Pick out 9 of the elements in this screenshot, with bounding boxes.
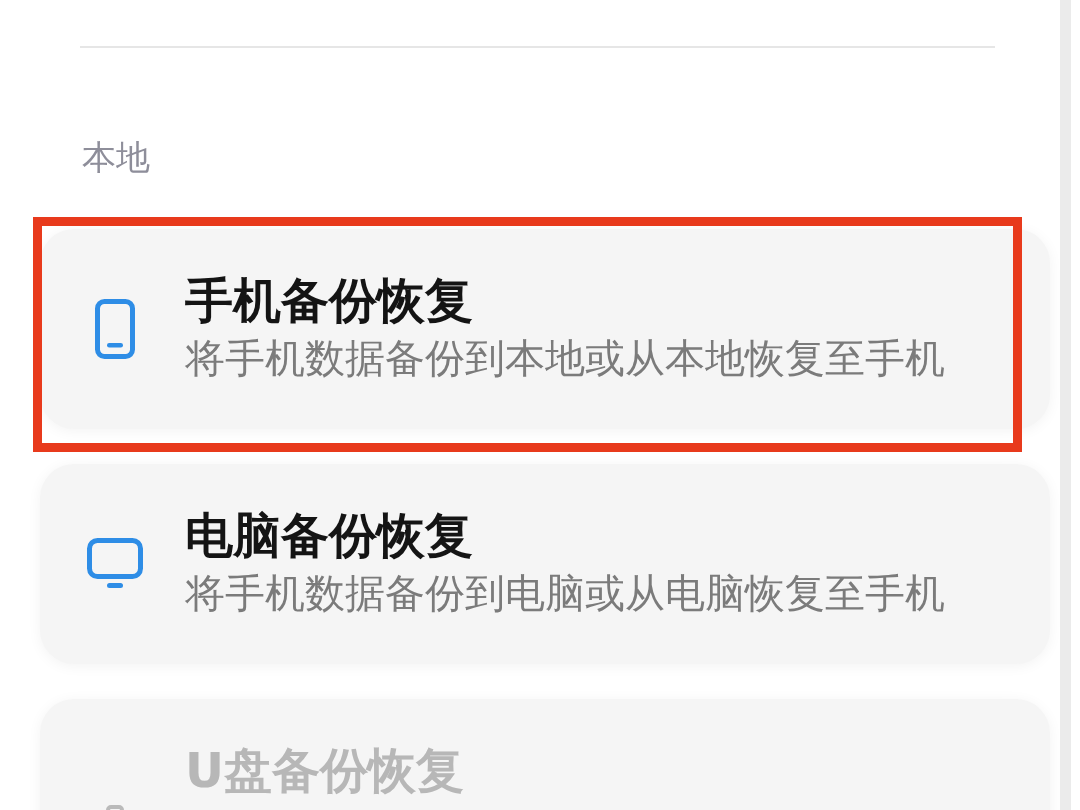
phone-icon: [95, 299, 135, 359]
option-description: 将手机数据备份到电脑或从电脑恢复至手机: [185, 569, 945, 617]
option-title: 手机备份恢复: [185, 274, 473, 326]
monitor-icon: [87, 538, 143, 590]
option-title: U盘备份恢复: [185, 744, 464, 796]
section-header: 本地: [82, 136, 150, 179]
option-description: 将手机数据备份到本地或从本地恢复至手机: [185, 334, 945, 382]
option-title: 电脑备份恢复: [185, 509, 473, 561]
backup-option-card[interactable]: 电脑备份恢复 将手机数据备份到电脑或从电脑恢复至手机: [40, 464, 1050, 664]
